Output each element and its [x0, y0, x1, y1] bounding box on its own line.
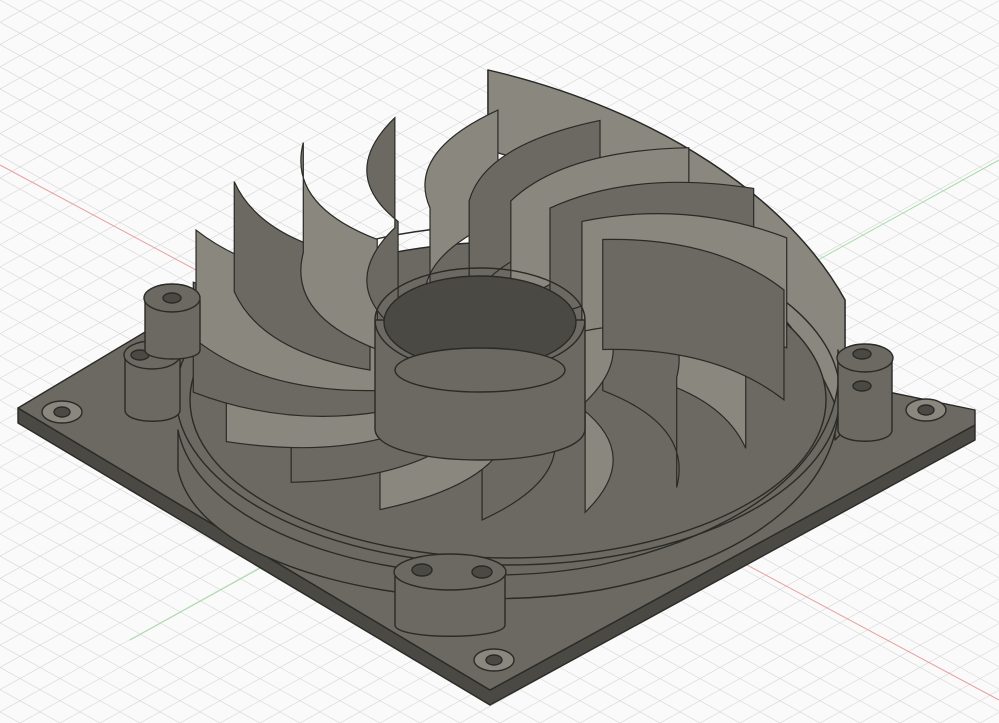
- mount-boss-right[interactable]: [836, 343, 894, 442]
- corner-hole-right[interactable]: [905, 398, 947, 422]
- cad-scene[interactable]: [0, 0, 999, 723]
- hub-inner-floor: [394, 347, 566, 393]
- 3d-viewport[interactable]: [0, 0, 999, 723]
- mount-boss-front[interactable]: [393, 553, 507, 637]
- corner-hole-front[interactable]: [473, 648, 515, 672]
- fan-blade: [366, 116, 399, 333]
- corner-hole-left[interactable]: [41, 400, 83, 424]
